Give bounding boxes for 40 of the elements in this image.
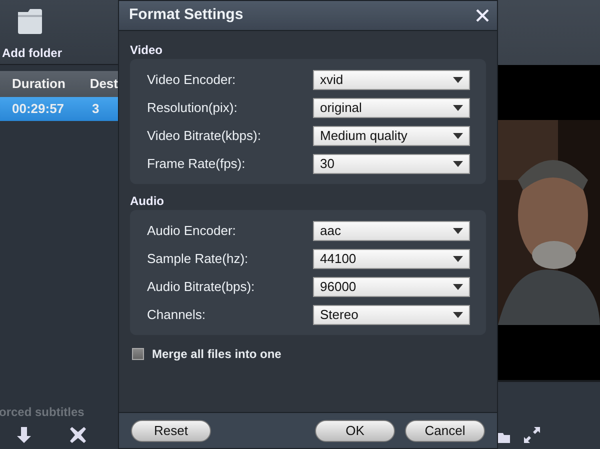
- dialog-button[interactable]: OK: [315, 420, 395, 442]
- caret-icon: [453, 105, 463, 111]
- setting-label: Audio Encoder:: [147, 222, 236, 240]
- caret-icon: [453, 77, 463, 83]
- folder-icon: [16, 6, 44, 36]
- folder-icon[interactable]: [498, 431, 510, 443]
- setting-label: Audio Bitrate(bps):: [147, 278, 255, 296]
- dropdown[interactable]: 44100: [313, 249, 470, 269]
- setting-label: Sample Rate(hz):: [147, 250, 248, 268]
- column-header: Dest: [88, 75, 118, 94]
- caret-icon: [453, 256, 463, 262]
- caret-icon: [453, 312, 463, 318]
- dropdown[interactable]: 30: [313, 154, 470, 174]
- dropdown[interactable]: aac: [313, 221, 470, 241]
- dropdown[interactable]: xvid: [313, 70, 470, 90]
- dropdown[interactable]: Medium quality: [313, 126, 470, 146]
- dialog-button[interactable]: Reset: [131, 420, 211, 442]
- caret-icon: [453, 161, 463, 167]
- column-header: Duration: [11, 75, 66, 94]
- setting-label: Video Bitrate(kbps):: [147, 127, 261, 146]
- dialog-title: Format Settings: [129, 5, 244, 26]
- dropdown[interactable]: original: [313, 98, 470, 118]
- caret-icon: [453, 284, 463, 290]
- dropdown[interactable]: 96000: [313, 277, 470, 297]
- fullscreen-icon[interactable]: [524, 427, 540, 443]
- close-icon[interactable]: [476, 9, 489, 22]
- setting-label: Channels:: [147, 306, 206, 324]
- checkbox[interactable]: [132, 348, 144, 360]
- dropdown[interactable]: Stereo: [313, 305, 470, 325]
- caret-icon: [453, 228, 463, 234]
- checkbox-label: Merge all files into one: [152, 346, 282, 363]
- setting-label: Video Encoder:: [147, 71, 236, 90]
- delete-icon[interactable]: [70, 427, 86, 443]
- down-arrow-icon[interactable]: [16, 427, 32, 443]
- section-title: Audio: [130, 193, 165, 210]
- caret-icon: [453, 133, 463, 139]
- setting-label: Resolution(pix):: [147, 99, 238, 118]
- setting-label: Frame Rate(fps):: [147, 155, 246, 174]
- dialog-button[interactable]: Cancel: [405, 420, 485, 442]
- section-title: Video: [130, 42, 164, 59]
